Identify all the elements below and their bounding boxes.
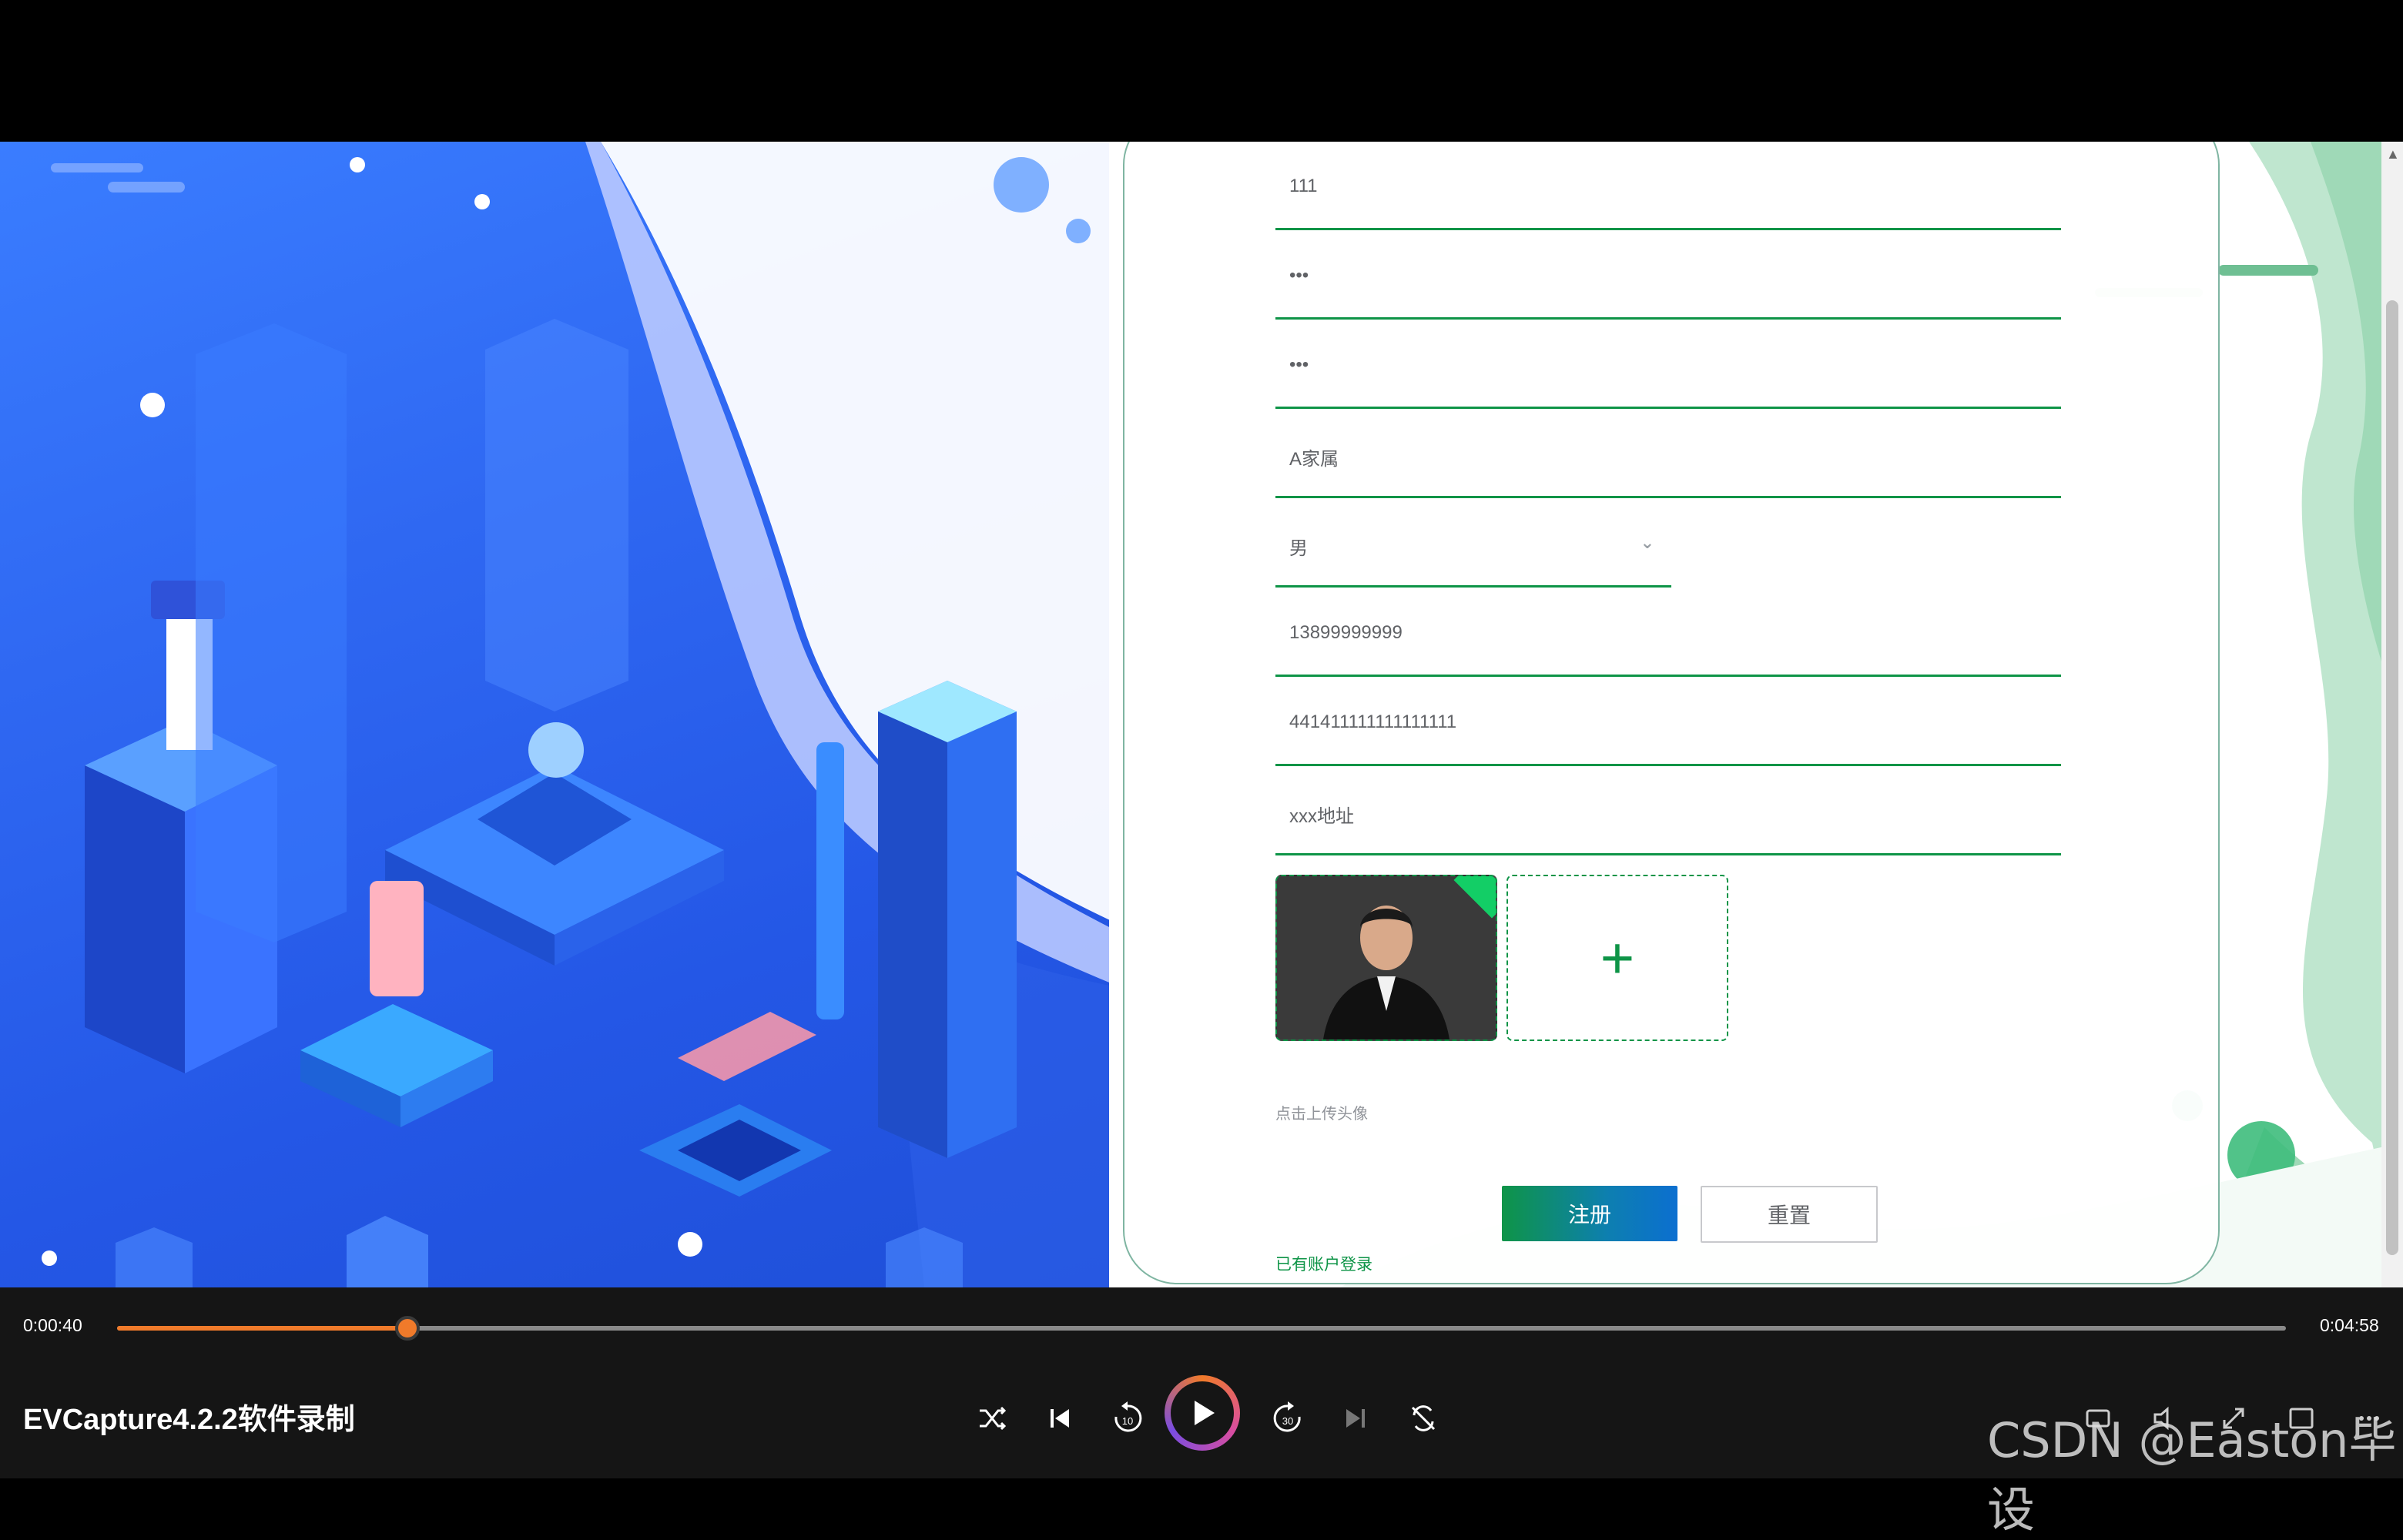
phone-field[interactable]: 13899999999 bbox=[1275, 588, 2061, 677]
forward-30-icon[interactable]: 30 bbox=[1265, 1395, 1311, 1441]
name-value: A家属 bbox=[1289, 449, 1339, 470]
password-field[interactable]: ••• bbox=[1275, 231, 2061, 320]
svg-text:10: 10 bbox=[1122, 1415, 1133, 1427]
avatar-preview[interactable] bbox=[1275, 875, 1497, 1041]
video-title: EVCapture4.2.2软件录制 bbox=[23, 1404, 355, 1436]
repeat-icon[interactable] bbox=[1400, 1395, 1446, 1441]
isometric-illustration bbox=[0, 142, 1124, 1287]
gender-value: 男 bbox=[1289, 538, 1308, 559]
name-field[interactable]: A家属 bbox=[1275, 410, 2061, 498]
current-time: 0:00:40 bbox=[23, 1315, 82, 1335]
progress-knob[interactable] bbox=[395, 1316, 421, 1341]
reset-button[interactable]: 重置 bbox=[1701, 1186, 1878, 1243]
phone-value: 13899999999 bbox=[1289, 622, 1403, 643]
login-link[interactable]: 已有账户登录 bbox=[1275, 1252, 1372, 1275]
address-field[interactable]: xxx地址 bbox=[1275, 767, 2061, 855]
scrollbar-thumb[interactable] bbox=[2386, 300, 2398, 1255]
next-icon[interactable] bbox=[1332, 1395, 1379, 1441]
video-frame: 111 ••• ••• A家属 男 ⌄ 13899999999 441411111… bbox=[0, 142, 2403, 1287]
username-value: 111 bbox=[1289, 176, 1318, 196]
video-player-controls: 0:00:40 0:04:58 EVCapture4.2.2软件录制 10 30… bbox=[0, 1287, 2403, 1538]
register-button[interactable]: 注册 bbox=[1502, 1186, 1677, 1241]
avatar-photo bbox=[1277, 876, 1496, 1040]
svg-text:30: 30 bbox=[1282, 1415, 1293, 1427]
username-field[interactable]: 111 bbox=[1275, 142, 2061, 230]
avatar-hint: 点击上传头像 bbox=[1275, 1106, 1368, 1123]
rewind-10-icon[interactable]: 10 bbox=[1104, 1395, 1151, 1441]
progress-track[interactable] bbox=[117, 1316, 2286, 1341]
confirm-password-value: ••• bbox=[1289, 354, 1309, 375]
page-scrollbar[interactable]: ▲ bbox=[2381, 142, 2403, 1287]
confirm-password-field[interactable]: ••• bbox=[1275, 320, 2061, 409]
shuffle-icon[interactable] bbox=[969, 1395, 1015, 1441]
progress-fill bbox=[117, 1326, 408, 1331]
chevron-down-icon: ⌄ bbox=[1640, 533, 1654, 552]
avatar-upload-box[interactable]: + bbox=[1506, 875, 1728, 1041]
play-button[interactable] bbox=[1165, 1375, 1240, 1451]
scroll-up-icon[interactable]: ▲ bbox=[2386, 146, 2400, 162]
play-icon bbox=[1195, 1401, 1215, 1425]
top-black-bar bbox=[0, 0, 2403, 142]
csdn-watermark: CSDN @Easton毕设 bbox=[1987, 1412, 2397, 1538]
plus-icon: + bbox=[1600, 925, 1635, 991]
password-value: ••• bbox=[1289, 265, 1309, 286]
gender-select[interactable]: 男 ⌄ bbox=[1275, 499, 1671, 588]
total-time: 0:04:58 bbox=[2320, 1315, 2379, 1335]
id-card-value: 441411111111111111 bbox=[1289, 711, 1457, 732]
prev-icon[interactable] bbox=[1037, 1395, 1083, 1441]
id-card-field[interactable]: 441411111111111111 bbox=[1275, 678, 2061, 766]
illustration-art bbox=[42, 142, 1124, 1287]
address-value: xxx地址 bbox=[1289, 806, 1354, 827]
